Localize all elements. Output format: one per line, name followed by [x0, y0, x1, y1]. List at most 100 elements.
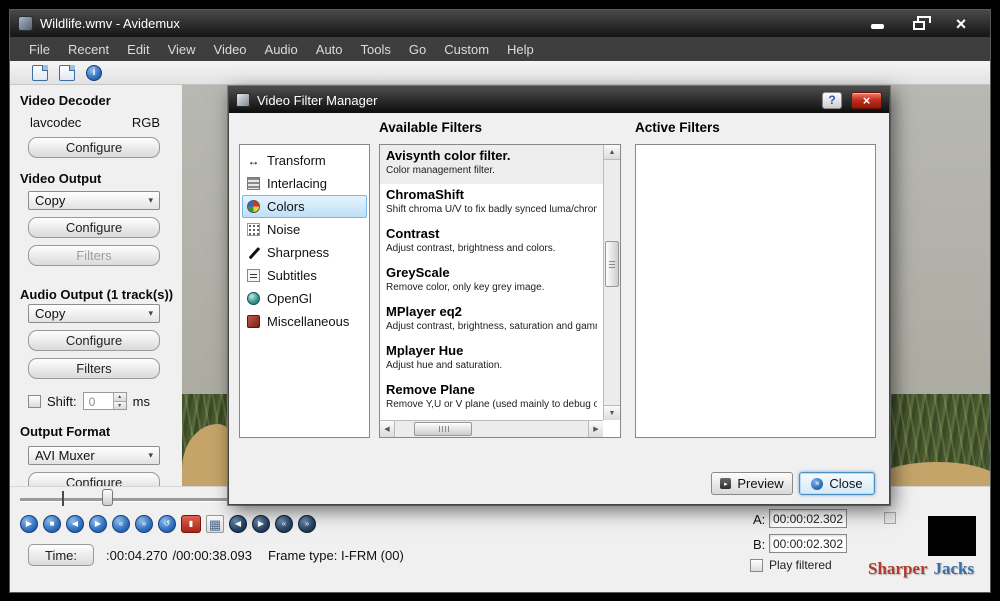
marker-a-label: A: — [753, 512, 765, 527]
video-output-configure-button[interactable]: Configure — [28, 217, 160, 238]
nav-start-button[interactable]: « — [275, 515, 293, 533]
filter-item[interactable]: Mplayer Hue Adjust hue and saturation. — [380, 340, 603, 379]
video-output-select[interactable]: Copy ▾ — [28, 191, 160, 210]
marker-button[interactable]: ▮ — [181, 515, 201, 533]
video-filters-button[interactable]: Filters — [28, 245, 160, 266]
loop-button[interactable]: ↺ — [158, 515, 176, 533]
nav-forward-button[interactable]: ▶ — [252, 515, 270, 533]
titlebar[interactable]: Wildlife.wmv - Avidemux × — [10, 10, 990, 37]
dialog-title: Video Filter Manager — [257, 93, 377, 108]
save-file-icon[interactable] — [59, 65, 75, 81]
category-transform[interactable]: ↔ Transform — [242, 149, 367, 172]
filter-item[interactable]: Contrast Adjust contrast, brightness and… — [380, 223, 603, 262]
category-miscellaneous[interactable]: Miscellaneous — [242, 310, 367, 333]
play-filtered-checkbox[interactable] — [750, 559, 763, 572]
seek-handle[interactable] — [102, 489, 113, 506]
dialog-titlebar[interactable]: Video Filter Manager ? × — [229, 87, 889, 113]
next-keyframe-button[interactable]: » — [135, 515, 153, 533]
horizontal-scrollbar[interactable]: ◀ ▶ — [380, 420, 603, 437]
spinner-up-icon[interactable]: ▴ — [113, 393, 126, 401]
video-decoder-configure-button[interactable]: Configure — [28, 137, 160, 158]
output-format-configure-button[interactable]: Configure — [28, 472, 160, 486]
close-button[interactable]: × — [948, 15, 974, 33]
previous-frame-button[interactable]: ◀ — [66, 515, 84, 533]
frame-thumbnail — [928, 516, 976, 556]
filter-item[interactable]: Remove Plane Remove Y,U or V plane (used… — [380, 379, 603, 418]
scroll-left-icon[interactable]: ◀ — [380, 421, 395, 437]
sharpness-icon — [247, 246, 260, 259]
frame-type-label: Frame type: I-FRM (00) — [268, 548, 404, 563]
menu-file[interactable]: File — [20, 39, 59, 60]
menu-custom[interactable]: Custom — [435, 39, 498, 60]
side-widget-icon[interactable] — [884, 512, 896, 524]
category-opengl[interactable]: OpenGl — [242, 287, 367, 310]
audio-output-heading: Audio Output (1 track(s)) — [20, 287, 182, 302]
audio-filters-button[interactable]: Filters — [28, 358, 160, 379]
preview-icon: ▸ — [720, 478, 731, 489]
category-subtitles[interactable]: Subtitles — [242, 264, 367, 287]
nav-back-button[interactable]: ◀ — [229, 515, 247, 533]
menu-edit[interactable]: Edit — [118, 39, 158, 60]
menu-view[interactable]: View — [159, 39, 205, 60]
current-time: :00:04.270 — [106, 548, 167, 563]
minimize-button[interactable] — [864, 15, 890, 33]
minimize-icon — [871, 24, 884, 29]
available-filters-list: Avisynth color filter. Color management … — [379, 144, 621, 438]
menu-go[interactable]: Go — [400, 39, 435, 60]
stop-button[interactable]: ■ — [43, 515, 61, 533]
filter-item[interactable]: ChromaShift Shift chroma U/V to fix badl… — [380, 184, 603, 223]
menu-tools[interactable]: Tools — [352, 39, 400, 60]
active-filters-list[interactable] — [635, 144, 876, 438]
play-filtered-label: Play filtered — [769, 558, 832, 572]
preview-button[interactable]: ▸ Preview — [711, 472, 793, 495]
scroll-up-icon[interactable]: ▲ — [604, 145, 620, 160]
shift-label: Shift: — [47, 394, 77, 409]
menu-audio[interactable]: Audio — [256, 39, 307, 60]
codec-name: lavcodec — [30, 115, 81, 130]
frame-table-button[interactable]: ▦ — [206, 515, 224, 533]
video-decoder-heading: Video Decoder — [20, 93, 182, 108]
audio-output-configure-button[interactable]: Configure — [28, 330, 160, 351]
horizontal-scroll-thumb[interactable] — [414, 422, 472, 436]
shift-checkbox[interactable] — [28, 395, 41, 408]
vertical-scroll-thumb[interactable] — [605, 241, 619, 287]
category-interlacing[interactable]: Interlacing — [242, 172, 367, 195]
time-button[interactable]: Time: — [28, 544, 94, 566]
chevron-down-icon: ▾ — [148, 450, 153, 461]
colorspace-label: RGB — [132, 115, 160, 130]
shift-unit: ms — [133, 394, 150, 409]
category-colors[interactable]: Colors — [242, 195, 367, 218]
next-frame-button[interactable]: ▶ — [89, 515, 107, 533]
audio-output-select[interactable]: Copy ▾ — [28, 304, 160, 323]
nav-end-button[interactable]: » — [298, 515, 316, 533]
active-filters-heading: Active Filters — [635, 120, 720, 135]
play-button[interactable]: ▶ — [20, 515, 38, 533]
category-sharpness[interactable]: Sharpness — [242, 241, 367, 264]
seek-marker — [62, 491, 64, 506]
spinner-down-icon[interactable]: ▾ — [113, 401, 126, 410]
chevron-down-icon: ▾ — [148, 308, 153, 319]
dialog-close-action-button[interactable]: × Close — [799, 472, 875, 495]
open-file-icon[interactable] — [32, 65, 48, 81]
codec-row: lavcodec RGB — [30, 115, 168, 130]
maximize-button[interactable] — [906, 15, 932, 33]
dialog-close-button[interactable]: × — [851, 92, 882, 109]
previous-keyframe-button[interactable]: « — [112, 515, 130, 533]
output-format-select[interactable]: AVI Muxer ▾ — [28, 446, 160, 465]
shift-spinner[interactable]: 0 ▴ ▾ — [83, 392, 127, 410]
video-output-heading: Video Output — [20, 171, 182, 186]
scroll-down-icon[interactable]: ▼ — [604, 405, 620, 420]
menu-recent[interactable]: Recent — [59, 39, 118, 60]
scroll-right-icon[interactable]: ▶ — [588, 421, 603, 437]
category-noise[interactable]: Noise — [242, 218, 367, 241]
menu-help[interactable]: Help — [498, 39, 543, 60]
menu-auto[interactable]: Auto — [307, 39, 352, 60]
filter-item[interactable]: MPlayer eq2 Adjust contrast, brightness,… — [380, 301, 603, 340]
menu-video[interactable]: Video — [205, 39, 256, 60]
vertical-scrollbar[interactable]: ▲ ▼ — [603, 145, 620, 420]
info-icon[interactable]: i — [86, 65, 102, 81]
close-circle-icon: × — [811, 478, 823, 490]
filter-item[interactable]: Avisynth color filter. Color management … — [380, 145, 603, 184]
filter-item[interactable]: GreyScale Remove color, only key grey im… — [380, 262, 603, 301]
dialog-help-button[interactable]: ? — [822, 92, 842, 109]
